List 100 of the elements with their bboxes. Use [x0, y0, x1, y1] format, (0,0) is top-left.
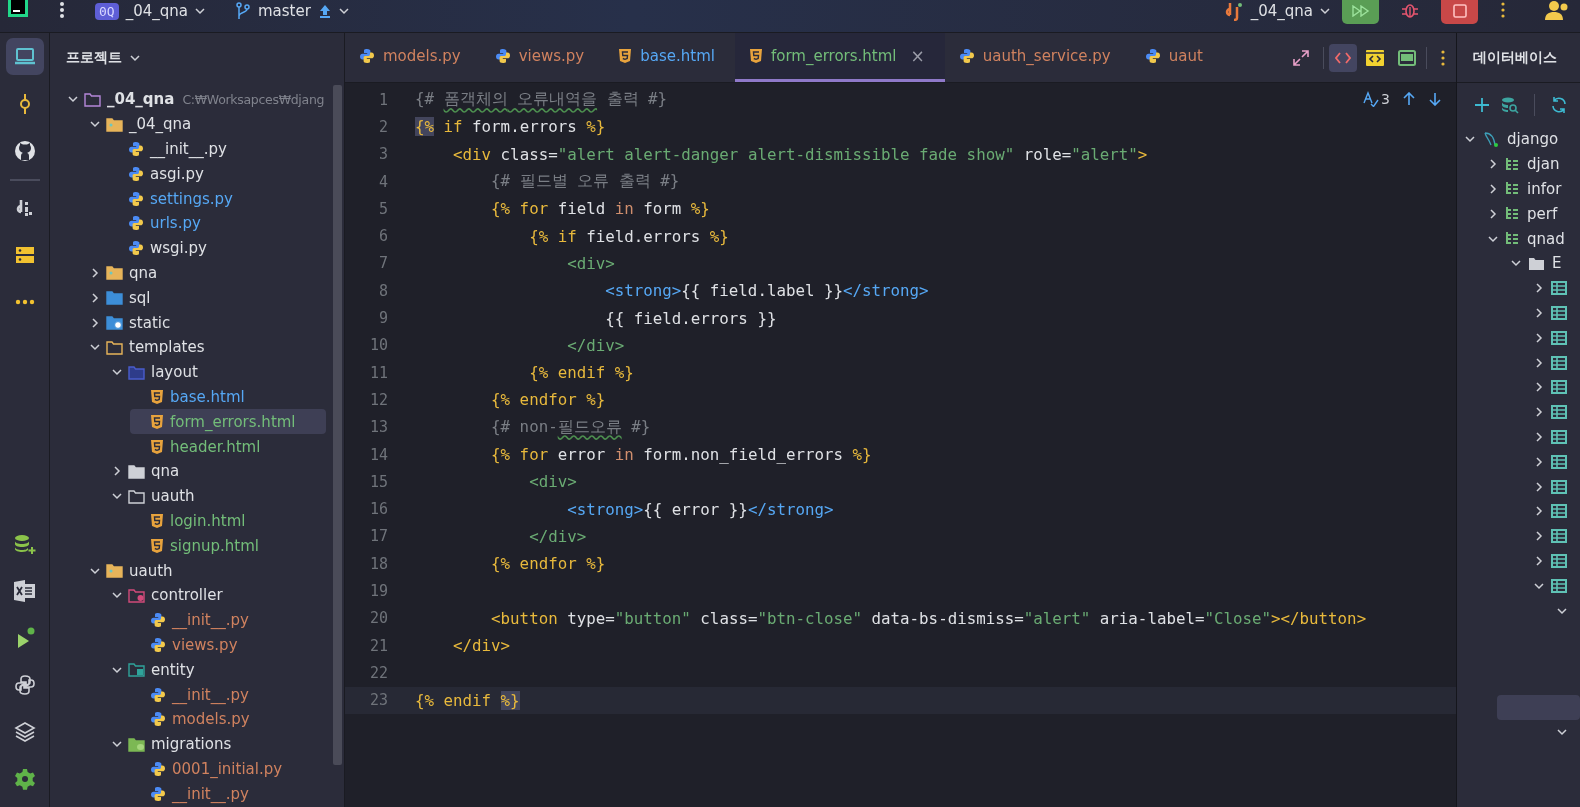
chevron-down-icon[interactable] — [112, 367, 122, 378]
tree-item[interactable]: wsgi.py — [108, 235, 326, 261]
tree-item[interactable]: __init__.py — [130, 781, 326, 807]
chevron-down-icon[interactable] — [112, 664, 122, 675]
editor-tab[interactable]: views.py — [480, 33, 605, 82]
branch-switcher[interactable]: master — [234, 0, 349, 22]
project-switcher[interactable]: 0Q _04_qna — [95, 0, 205, 22]
chevron-down-icon[interactable] — [1465, 134, 1475, 145]
more-icon[interactable] — [1440, 48, 1446, 67]
run-configuration[interactable]: _04_qna — [1223, 0, 1330, 22]
chevron-right-icon[interactable] — [90, 292, 100, 303]
editor-tab[interactable]: base.html — [604, 33, 735, 82]
tree-item[interactable]: sql — [86, 285, 326, 311]
tree-item[interactable]: layout — [108, 359, 326, 385]
chevron-right-icon[interactable] — [1534, 555, 1544, 566]
database-search-icon[interactable] — [1501, 96, 1519, 114]
tree-item[interactable]: _04_qna C:₩Worksapces₩djang — [64, 87, 326, 112]
chevron-right-icon[interactable] — [1534, 307, 1544, 318]
editor-tab[interactable]: uauth_service.py — [944, 33, 1131, 82]
chevron-right-icon[interactable] — [1534, 283, 1544, 294]
project-tool-button[interactable] — [5, 38, 44, 75]
db-tree-item[interactable]: djan — [1488, 151, 1580, 177]
tree-item[interactable]: base.html — [130, 384, 326, 410]
stop-button[interactable] — [1441, 0, 1478, 24]
panel-title[interactable]: 프로젝트 — [66, 49, 122, 67]
chevron-down-icon[interactable] — [112, 590, 122, 601]
arrow-up-icon[interactable] — [1402, 92, 1416, 106]
main-menu-icon[interactable] — [59, 1, 65, 19]
chevron-right-icon[interactable] — [1534, 357, 1544, 368]
chevron-down-icon[interactable] — [90, 565, 100, 576]
chevron-right-icon[interactable] — [112, 466, 122, 477]
chevron-right-icon[interactable] — [1534, 531, 1544, 542]
chevron-right-icon[interactable] — [1488, 184, 1498, 194]
tree-item[interactable]: entity — [108, 657, 326, 683]
panel-title[interactable]: 데이터베이스 — [1473, 48, 1557, 67]
tree-item[interactable]: uauth — [86, 558, 326, 583]
chevron-right-icon[interactable] — [1534, 456, 1544, 467]
tree-item[interactable]: login.html — [130, 508, 326, 534]
tree-item[interactable]: 0001_initial.py — [130, 756, 326, 782]
db-tree-item[interactable]: infor — [1488, 176, 1580, 202]
chevron-down-icon[interactable] — [112, 739, 122, 750]
tree-item[interactable]: uauth — [108, 483, 326, 509]
tree-item[interactable]: _04_qna — [86, 111, 326, 137]
tree-item[interactable]: controller — [108, 582, 326, 608]
db-tree-item[interactable]: qnad — [1488, 226, 1580, 251]
problems-indicator[interactable]: 3 — [1363, 91, 1390, 107]
chevron-down-icon[interactable] — [1557, 605, 1567, 616]
editor-tab[interactable]: form_errors.html × — [734, 33, 945, 82]
tree-item[interactable]: qna — [108, 458, 326, 484]
db-tree-item[interactable]: perf — [1488, 201, 1580, 227]
editor-tab[interactable]: models.py — [345, 33, 481, 82]
tree-item[interactable]: views.py — [130, 632, 326, 658]
tree-item[interactable]: templates — [86, 334, 326, 360]
chevron-right-icon[interactable] — [1534, 431, 1544, 442]
code-view-button[interactable] — [1329, 43, 1357, 72]
chevron-down-icon[interactable] — [1557, 727, 1567, 738]
tree-item[interactable]: __init__.py — [130, 682, 326, 707]
refresh-icon[interactable] — [1550, 96, 1568, 114]
chevron-down-icon[interactable] — [1488, 233, 1498, 244]
tree-item[interactable]: models.py — [130, 706, 326, 732]
tree-item[interactable]: qna — [86, 260, 326, 286]
more-icon[interactable] — [1500, 1, 1506, 19]
debug-icon[interactable] — [1401, 1, 1419, 19]
tree-item[interactable]: urls.py — [108, 211, 326, 236]
editor-tab[interactable]: uaut — [1130, 33, 1223, 82]
chevron-down-icon[interactable] — [338, 6, 349, 16]
tree-item[interactable]: __init__.py — [130, 607, 326, 633]
db-tree-item[interactable]: E — [1511, 251, 1580, 276]
tree-item[interactable]: static — [86, 310, 326, 335]
tree-item[interactable]: __init__.py — [108, 136, 326, 162]
tree-item[interactable]: asgi.py — [108, 161, 326, 187]
user-icon[interactable] — [1544, 0, 1570, 20]
chevron-right-icon[interactable] — [1534, 481, 1544, 492]
db-tree-item[interactable]: django — [1465, 127, 1580, 152]
chevron-down-icon[interactable] — [194, 6, 205, 16]
maximize-icon[interactable] — [1292, 48, 1310, 67]
arrow-down-icon[interactable] — [1428, 92, 1442, 106]
scrollbar[interactable] — [333, 85, 342, 765]
chevron-right-icon[interactable] — [1534, 332, 1544, 343]
chevron-down-icon[interactable] — [1320, 6, 1330, 16]
chevron-down-icon[interactable] — [90, 119, 100, 130]
tree-item[interactable]: settings.py — [108, 186, 326, 211]
chevron-down-icon[interactable] — [130, 53, 140, 63]
tree-item[interactable]: migrations — [108, 731, 326, 757]
chevron-right-icon[interactable] — [90, 267, 100, 278]
chevron-right-icon[interactable] — [1534, 506, 1544, 517]
chevron-down-icon[interactable] — [112, 491, 122, 502]
chevron-down-icon[interactable] — [1534, 580, 1544, 591]
tree-item[interactable]: signup.html — [130, 533, 326, 559]
chevron-down-icon[interactable] — [68, 94, 78, 105]
chevron-down-icon[interactable] — [1511, 258, 1521, 269]
tree-item[interactable]: form_errors.html — [130, 409, 326, 435]
tree-item[interactable]: header.html — [130, 434, 326, 459]
chevron-down-icon[interactable] — [90, 342, 100, 353]
close-tab-button[interactable]: × — [910, 46, 925, 66]
chevron-right-icon[interactable] — [1534, 407, 1544, 418]
chevron-right-icon[interactable] — [1488, 208, 1498, 219]
chevron-right-icon[interactable] — [1534, 382, 1544, 393]
chevron-right-icon[interactable] — [1488, 159, 1498, 170]
chevron-right-icon[interactable] — [90, 317, 100, 328]
